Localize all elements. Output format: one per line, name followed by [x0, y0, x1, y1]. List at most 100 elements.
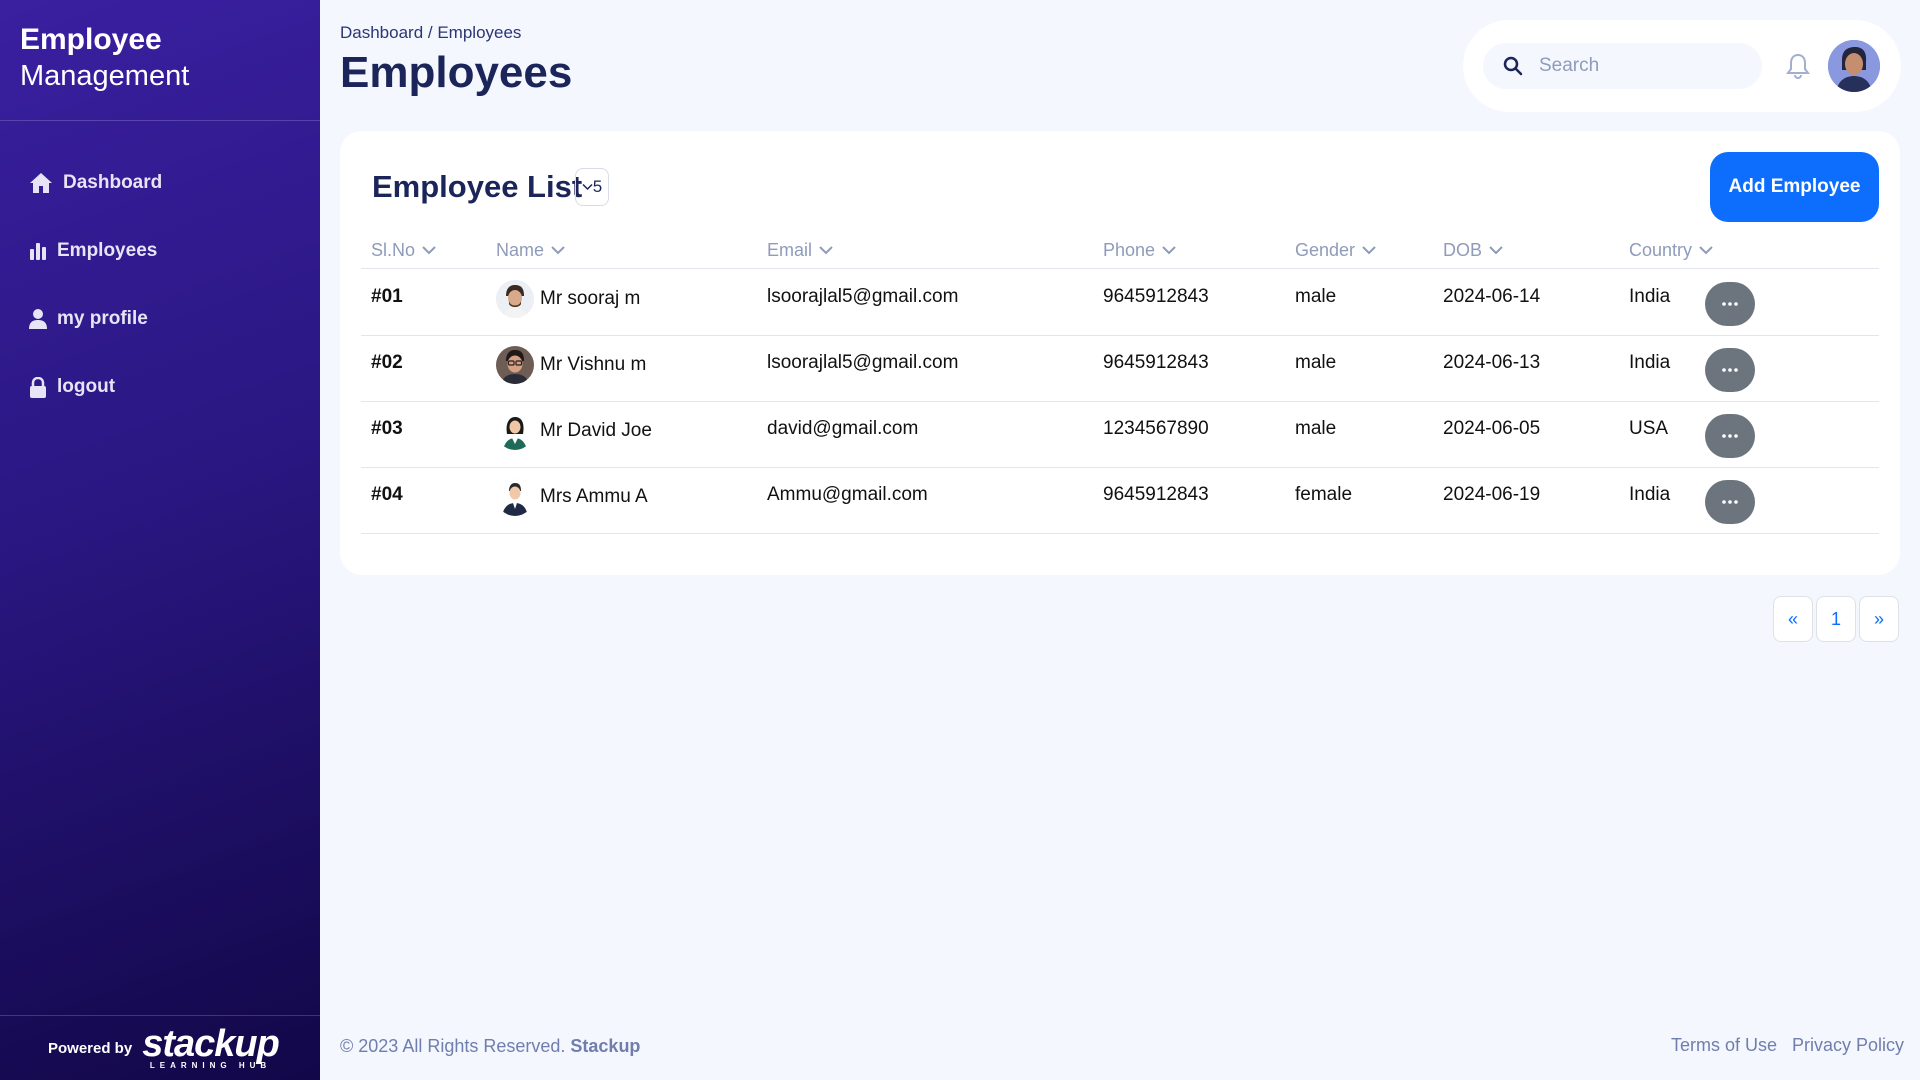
bar-chart-icon [30, 243, 46, 260]
column-header-country[interactable]: Country [1629, 231, 1714, 269]
page-size-select[interactable]: 5 [575, 168, 609, 206]
sidebar-footer: Powered by stackup LEARNING HUB [0, 1015, 320, 1080]
cell-gender: male [1295, 352, 1337, 373]
chevron-down-icon [551, 246, 565, 255]
brand: Employee Management [0, 0, 320, 121]
copyright-brand: Stackup [570, 1036, 641, 1056]
pagination-page-1[interactable]: 1 [1816, 596, 1856, 642]
chevron-down-icon [1162, 246, 1176, 255]
row-actions-button[interactable] [1705, 282, 1755, 326]
cell-name: Mr Vishnu m [496, 346, 646, 384]
more-options-icon [1722, 368, 1738, 372]
chevron-down-icon [819, 246, 833, 255]
employee-name: Mr sooraj m [540, 288, 641, 309]
cell-country: India [1629, 352, 1671, 373]
cell-email: lsoorajlal5@gmail.com [767, 352, 959, 373]
column-header-label: Gender [1295, 239, 1356, 260]
brand-subtitle: Management [20, 60, 190, 92]
copyright-text: © 2023 All Rights Reserved. [340, 1036, 566, 1056]
employee-avatar [496, 412, 534, 450]
breadcrumb: Dashboard / Employees [340, 23, 522, 42]
employee-avatar-image [496, 346, 534, 384]
employee-name: Mr David Joe [540, 420, 652, 441]
brand-title: Employee [20, 23, 162, 56]
column-header-email[interactable]: Email [767, 231, 834, 269]
top-bar [1463, 20, 1901, 112]
more-options-icon [1722, 500, 1738, 504]
row-actions-button[interactable] [1705, 348, 1755, 392]
terms-of-use-link[interactable]: Terms of Use [1671, 1035, 1777, 1056]
cell-phone: 9645912843 [1103, 352, 1209, 373]
sidebar-item-employees[interactable]: Employees [0, 217, 320, 285]
employee-avatar-image [496, 478, 534, 516]
stackup-logo-subtitle: LEARNING HUB [149, 1060, 272, 1070]
more-options-icon [1722, 434, 1738, 438]
employee-list-title: Employee List [372, 169, 583, 204]
column-header-label: Phone [1103, 239, 1156, 260]
column-header-dob[interactable]: DOB [1443, 231, 1504, 269]
pagination-next[interactable]: » [1859, 596, 1899, 642]
column-header-gender[interactable]: Gender [1295, 231, 1377, 269]
add-employee-button[interactable]: Add Employee [1710, 152, 1879, 222]
employee-avatar [496, 478, 534, 516]
employee-avatar [496, 280, 534, 318]
employee-name: Mr Vishnu m [540, 354, 647, 375]
bell-icon [1786, 53, 1810, 79]
cell-gender: male [1295, 418, 1337, 439]
chevron-down-icon [1699, 246, 1713, 255]
page-title: Employees [340, 48, 573, 97]
employee-name: Mrs Ammu A [540, 486, 648, 507]
sidebar-item-my-profile[interactable]: my profile [0, 285, 320, 353]
cell-gender: male [1295, 286, 1337, 307]
notifications-button[interactable] [1786, 53, 1810, 79]
cell-country: India [1629, 484, 1671, 505]
user-icon [29, 309, 47, 329]
sidebar-nav: Dashboard Employees my profile logout [0, 149, 320, 421]
cell-dob: 2024-06-13 [1443, 352, 1541, 373]
powered-by-label: Powered by [48, 1039, 133, 1057]
row-actions-button[interactable] [1705, 480, 1755, 524]
cell-country: India [1629, 286, 1671, 307]
table-row: #02 Mr Vishnu m lsoorajlal5@gmail.com 96… [361, 336, 1879, 402]
chevron-down-icon [1362, 246, 1376, 255]
cell-name: Mr sooraj m [496, 280, 640, 318]
column-header-slno[interactable]: Sl.No [371, 231, 437, 269]
lock-icon [30, 376, 46, 398]
privacy-policy-link[interactable]: Privacy Policy [1792, 1035, 1904, 1056]
cell-slno: #04 [371, 484, 403, 505]
stackup-logo: stackup LEARNING HUB [142, 1022, 280, 1070]
cell-slno: #03 [371, 418, 403, 439]
chevron-down-icon [582, 183, 593, 191]
sidebar-item-label: Dashboard [63, 172, 163, 193]
employee-list-card: Employee List 5 Add Employee Sl.No Name … [340, 131, 1900, 575]
page-size-value: 5 [592, 177, 603, 196]
sidebar-item-logout[interactable]: logout [0, 353, 320, 421]
employee-avatar-image [496, 412, 534, 450]
sidebar: Employee Management Dashboard Employees … [0, 0, 320, 1080]
column-header-name[interactable]: Name [496, 231, 566, 269]
employee-avatar [496, 346, 534, 384]
cell-dob: 2024-06-05 [1443, 418, 1541, 439]
pagination-prev[interactable]: « [1773, 596, 1813, 642]
column-header-label: Sl.No [371, 239, 416, 260]
search-box[interactable] [1483, 43, 1762, 89]
chevron-down-icon [422, 246, 436, 255]
table-row: #04 Mrs Ammu A Ammu@gmail.com 9645912843… [361, 468, 1879, 534]
cell-email: Ammu@gmail.com [767, 484, 928, 505]
more-options-icon [1722, 302, 1738, 306]
column-header-label: Name [496, 239, 545, 260]
stackup-logo-text: stackup [142, 1022, 280, 1065]
search-input[interactable] [1539, 55, 1739, 77]
row-actions-button[interactable] [1705, 414, 1755, 458]
cell-phone: 9645912843 [1103, 286, 1209, 307]
user-avatar[interactable] [1828, 40, 1880, 92]
column-header-phone[interactable]: Phone [1103, 231, 1177, 269]
cell-gender: female [1295, 484, 1353, 505]
cell-phone: 9645912843 [1103, 484, 1209, 505]
column-header-label: Country [1629, 239, 1693, 260]
table-row: #01 Mr sooraj m lsoorajlal5@gmail.com 96… [361, 270, 1879, 336]
search-icon [1503, 56, 1523, 76]
column-header-label: DOB [1443, 239, 1483, 260]
sidebar-item-dashboard[interactable]: Dashboard [0, 149, 320, 217]
copyright: © 2023 All Rights Reserved. Stackup [340, 1036, 640, 1057]
